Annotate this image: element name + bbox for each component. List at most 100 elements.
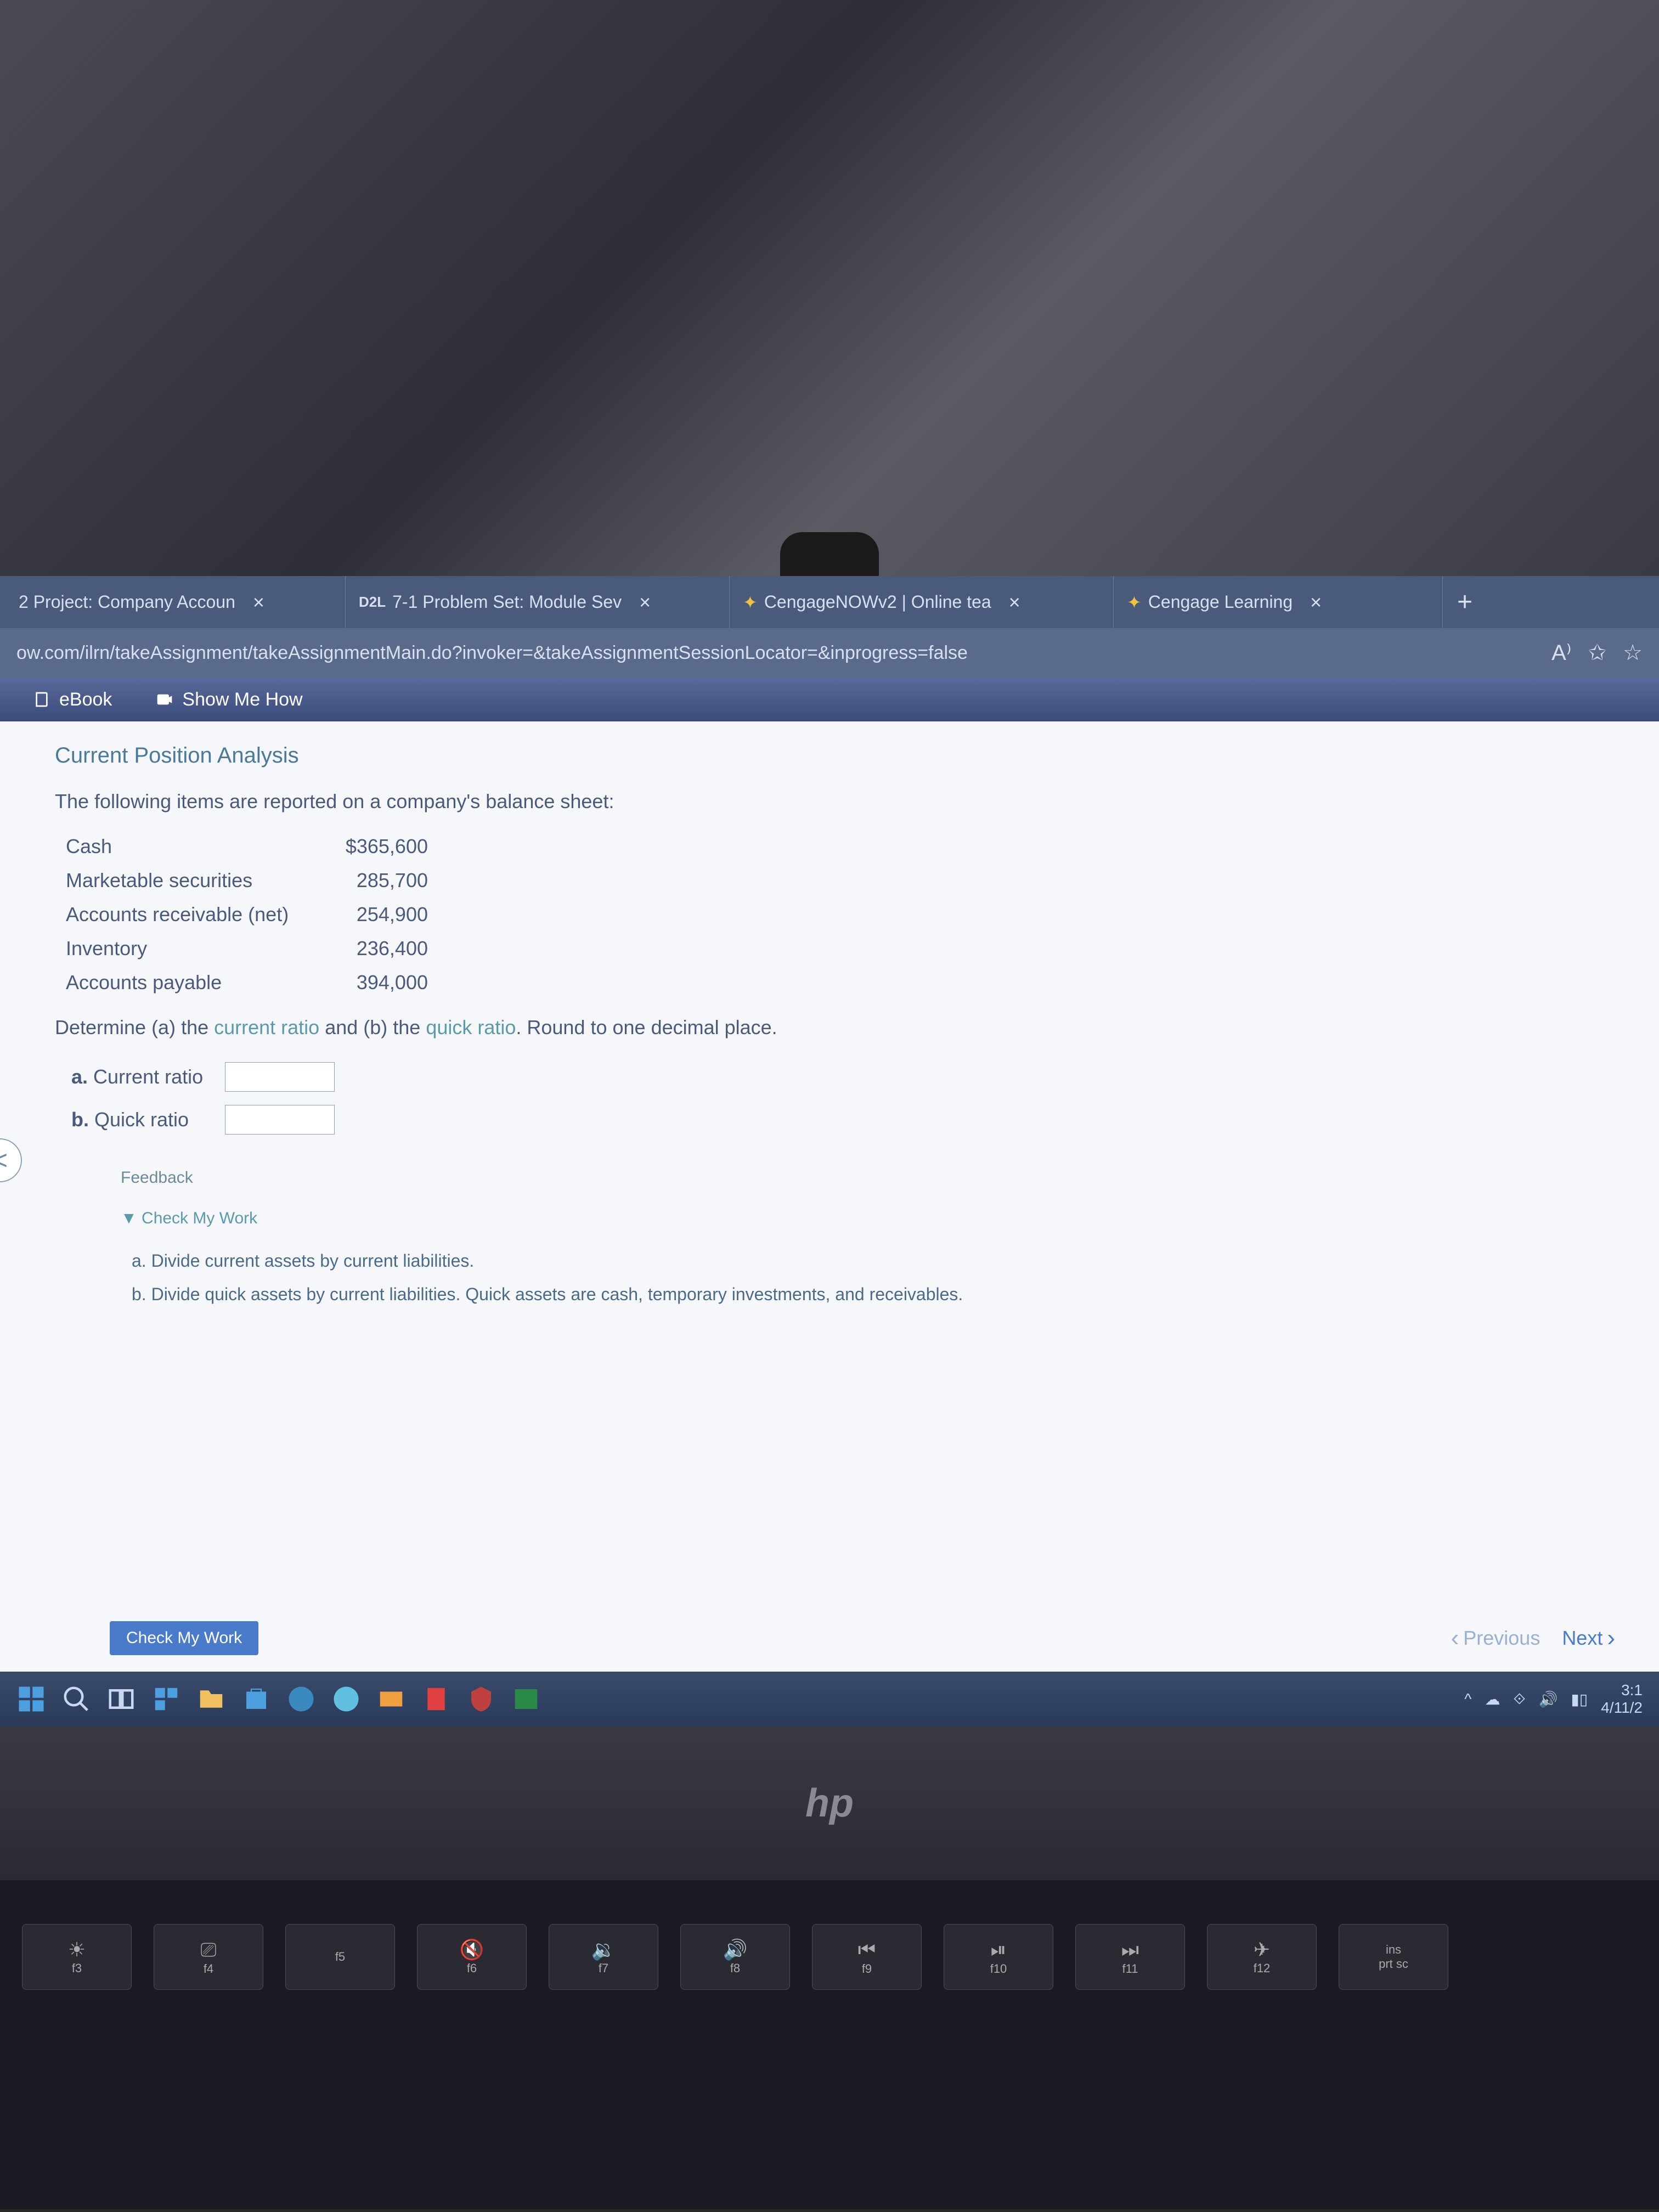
close-icon[interactable]: ×	[1009, 591, 1020, 614]
quick-ratio-input[interactable]	[225, 1105, 335, 1135]
address-bar[interactable]: ow.com/ilrn/takeAssignment/takeAssignmen…	[0, 628, 1659, 678]
explorer-icon[interactable]	[196, 1684, 226, 1714]
start-icon[interactable]	[16, 1684, 46, 1714]
answer-row-a: a. Current ratio	[55, 1056, 1615, 1098]
taskbar-right: ^ ☁ ⟐ 🔊 ▮▯ 3:1 4/11/2	[1464, 1681, 1643, 1717]
nav-buttons: ‹ Previous Next ›	[1451, 1624, 1615, 1652]
row-value: 254,900	[329, 903, 428, 926]
chevron-left-icon: ‹	[1451, 1624, 1459, 1652]
store-icon[interactable]	[241, 1684, 271, 1714]
favorite-star-icon[interactable]: ☆	[1623, 640, 1643, 665]
sparkle-icon: ✦	[743, 592, 758, 613]
new-tab-button[interactable]: +	[1443, 587, 1487, 617]
read-aloud-icon[interactable]: A⁾	[1551, 640, 1572, 665]
cloud-icon[interactable]: ☁	[1485, 1690, 1500, 1708]
favorite-icon[interactable]: ✩	[1588, 640, 1607, 665]
edge-icon[interactable]	[286, 1684, 316, 1714]
check-my-work-button[interactable]: Check My Work	[110, 1621, 258, 1655]
table-row: Inventory 236,400	[66, 932, 1615, 966]
next-button[interactable]: Next ›	[1562, 1624, 1615, 1652]
battery-icon[interactable]: ▮▯	[1571, 1690, 1588, 1708]
row-value: 394,000	[329, 971, 428, 994]
windows-taskbar: ^ ☁ ⟐ 🔊 ▮▯ 3:1 4/11/2	[0, 1672, 1659, 1726]
show-me-how-button[interactable]: Show Me How	[134, 678, 324, 721]
hp-logo: hp	[805, 1781, 854, 1826]
bottom-bar: Check My Work ‹ Previous Next ›	[0, 1599, 1659, 1672]
row-value: 285,700	[329, 869, 428, 892]
key-f6: 🔇f6	[417, 1924, 527, 1990]
check-my-work-toggle[interactable]: ▼ Check My Work	[121, 1209, 1615, 1228]
ebook-label: eBook	[59, 689, 112, 710]
previous-button[interactable]: ‹ Previous	[1451, 1624, 1541, 1652]
keyboard: ☀f3 ⎚f4 f5 🔇f6 🔉f7 🔊f8 ⏮f9 ⏯f10 ⏭f11 ✈f1…	[0, 1880, 1659, 2209]
close-icon[interactable]: ×	[639, 591, 651, 614]
d2l-icon: D2L	[359, 594, 386, 611]
url-text: ow.com/ilrn/takeAssignment/takeAssignmen…	[16, 642, 1551, 664]
wifi-icon[interactable]: ⟐	[1513, 1690, 1525, 1708]
answer-row-b: b. Quick ratio	[55, 1098, 1615, 1141]
table-row: Accounts payable 394,000	[66, 966, 1615, 1000]
question-prompt: Determine (a) the current ratio and (b) …	[55, 1016, 1615, 1039]
row-label: Accounts payable	[66, 971, 329, 994]
tab-cengage-now[interactable]: ✦ CengageNOWv2 | Online tea ×	[730, 576, 1114, 628]
close-icon[interactable]: ×	[253, 591, 264, 614]
key-f8: 🔊f8	[680, 1924, 790, 1990]
close-icon[interactable]: ×	[1310, 591, 1322, 614]
app-icon[interactable]	[331, 1684, 361, 1714]
table-row: Marketable securities 285,700	[66, 864, 1615, 898]
url-actions: A⁾ ✩ ☆	[1551, 640, 1643, 665]
key-f11: ⏭f11	[1075, 1924, 1185, 1990]
ebook-button[interactable]: eBook	[11, 678, 134, 721]
security-icon[interactable]	[466, 1684, 496, 1714]
excel-icon[interactable]	[511, 1684, 541, 1714]
book-icon	[33, 691, 50, 708]
key-f7: 🔉f7	[549, 1924, 658, 1990]
laptop-screen: 2 Project: Company Accoun × D2L 7-1 Prob…	[0, 576, 1659, 1726]
key-f9: ⏮f9	[812, 1924, 922, 1990]
volume-icon[interactable]: 🔊	[1539, 1690, 1558, 1708]
task-view-icon[interactable]	[106, 1684, 136, 1714]
show-me-label: Show Me How	[182, 689, 302, 710]
answer-label: b. Quick ratio	[71, 1108, 225, 1131]
tab-cengage-learning[interactable]: ✦ Cengage Learning ×	[1114, 576, 1443, 628]
intro-text: The following items are reported on a co…	[55, 790, 1615, 813]
row-label: Accounts receivable (net)	[66, 903, 329, 926]
answer-label: a. Current ratio	[71, 1065, 225, 1088]
row-value: $365,600	[329, 835, 428, 858]
content-area: Current Position Analysis The following …	[0, 721, 1659, 1599]
table-row: Accounts receivable (net) 254,900	[66, 898, 1615, 932]
tab-d2l[interactable]: D2L 7-1 Problem Set: Module Sev ×	[346, 576, 730, 628]
row-label: Cash	[66, 835, 329, 858]
key-f5: f5	[285, 1924, 395, 1990]
key-ins: insprt sc	[1339, 1924, 1448, 1990]
feedback-item: a. Divide current assets by current liab…	[121, 1244, 1615, 1278]
row-value: 236,400	[329, 937, 428, 960]
balance-sheet-table: Cash $365,600 Marketable securities 285,…	[66, 830, 1615, 1000]
key-f4: ⎚f4	[154, 1924, 263, 1990]
office-icon[interactable]	[421, 1684, 451, 1714]
tab-label: Cengage Learning	[1148, 592, 1293, 612]
current-ratio-input[interactable]	[225, 1062, 335, 1092]
widgets-icon[interactable]	[151, 1684, 181, 1714]
app-toolbar: eBook Show Me How	[0, 678, 1659, 721]
tab-project[interactable]: 2 Project: Company Accoun ×	[5, 576, 346, 628]
search-icon[interactable]	[61, 1684, 91, 1714]
chevron-right-icon: ›	[1607, 1624, 1615, 1652]
row-label: Marketable securities	[66, 869, 329, 892]
page-title: Current Position Analysis	[55, 743, 1615, 768]
prev-page-circle[interactable]: <	[0, 1138, 22, 1182]
table-row: Cash $365,600	[66, 830, 1615, 864]
taskbar-left	[16, 1684, 541, 1714]
video-icon	[156, 691, 173, 708]
feedback-item: b. Divide quick assets by current liabil…	[121, 1278, 1615, 1311]
laptop-bezel: hp	[0, 1726, 1659, 1880]
photo-background	[0, 0, 1659, 576]
feedback-section: Feedback ▼ Check My Work a. Divide curre…	[121, 1169, 1615, 1311]
key-f10: ⏯f10	[944, 1924, 1053, 1990]
mail-icon[interactable]	[376, 1684, 406, 1714]
sparkle-icon: ✦	[1127, 592, 1142, 613]
clock[interactable]: 3:1 4/11/2	[1601, 1681, 1643, 1717]
chevron-up-icon[interactable]: ^	[1464, 1690, 1471, 1708]
key-f12: ✈f12	[1207, 1924, 1317, 1990]
key-f3: ☀f3	[22, 1924, 132, 1990]
